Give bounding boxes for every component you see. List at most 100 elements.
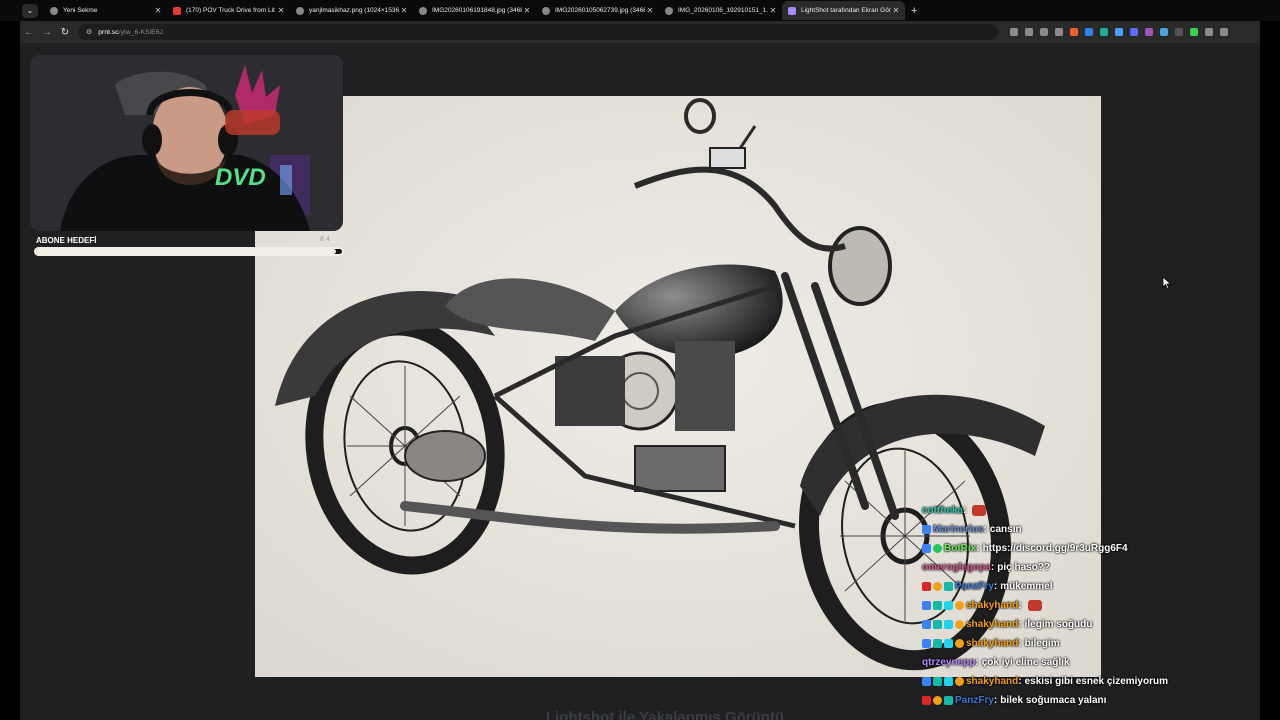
chat-text: eskisi gibi esnek çizemiyorum: [1024, 676, 1168, 687]
chat-message: omeroglegopa: piç haso??: [922, 558, 1272, 577]
chat-text: bilegim: [1024, 638, 1060, 649]
extension-icon[interactable]: [1039, 28, 1048, 36]
tab[interactable]: (170) POV Truck Drive from Lit ✕: [167, 1, 290, 20]
chat-message: shakyhand:: [922, 596, 1272, 615]
new-tab-button[interactable]: +: [911, 5, 917, 17]
chat-message: shakyhand: ilegim soğudu: [922, 615, 1272, 634]
reload-button[interactable]: ↻: [56, 27, 74, 38]
extension-icons: [1006, 28, 1231, 36]
chat-badge-icon: [944, 696, 953, 705]
chat-badge-icon: [944, 620, 953, 629]
extension-icon[interactable]: [1159, 28, 1168, 36]
extension-icon[interactable]: [1144, 28, 1153, 36]
webcam-overlay: DVD VIDEO: [30, 55, 343, 231]
chat-separator: :: [976, 543, 980, 554]
tab-title: LightShot tarafından Ekran Gör: [801, 7, 891, 14]
chat-badge-icon: [944, 601, 953, 610]
extension-icon[interactable]: [1069, 28, 1078, 36]
tab[interactable]: IMG_20260106_192910151_1.jp ✕: [659, 1, 782, 20]
chat-message: BotRix: https://discord.gg/9r3uRgg6F4: [922, 539, 1272, 558]
chat-username[interactable]: PanzFry: [955, 581, 994, 592]
chat-text: ilegim soğudu: [1024, 619, 1093, 630]
chat-username[interactable]: qtrzeynepp: [922, 657, 975, 668]
chat-text: çok iyi eline sağlık: [981, 657, 1070, 668]
chat-message: cottheka:: [922, 501, 1272, 520]
chat-badge-icon: [955, 601, 964, 610]
chat-separator: :: [990, 562, 995, 573]
tab-close-icon[interactable]: ✕: [399, 6, 409, 15]
tab-close-icon[interactable]: ✕: [276, 6, 286, 15]
tab-close-icon[interactable]: ✕: [768, 6, 778, 15]
chat-text: bilek soğumaca yalanı: [1000, 695, 1107, 706]
address-bar[interactable]: ⚙ prnt.sc /ytw_6-KSlE6J: [78, 24, 998, 40]
tab-close-icon[interactable]: ✕: [522, 6, 532, 15]
chat-separator: :: [983, 524, 987, 535]
extension-icon[interactable]: [1054, 28, 1063, 36]
tab[interactable]: IMG20260105062739.jpg (3468 ✕: [536, 1, 659, 20]
chat-username[interactable]: Marinerius: [933, 524, 984, 535]
screen: ⌄ Yeni Sekme ✕ (170) POV Truck Drive from …: [0, 0, 1280, 720]
tab-title: yanjlmasikhaz.png (1024×1536): [309, 7, 399, 14]
svg-text:DVD: DVD: [215, 164, 266, 191]
svg-text:VIDEO: VIDEO: [225, 188, 247, 195]
extension-icon[interactable]: [1099, 28, 1108, 36]
tab-title: IMG_20260106_192910151_1.jp: [678, 7, 768, 14]
tab-close-icon[interactable]: ✕: [153, 6, 163, 15]
site-info-icon[interactable]: ⚙: [86, 28, 92, 36]
extension-icon[interactable]: [1129, 28, 1138, 36]
chat-badge-icon: [955, 677, 964, 686]
chat-message: PanzFry: mükemmel: [922, 577, 1272, 596]
tab-title: Yeni Sekme: [63, 7, 98, 14]
chat-badge-icon: [922, 639, 931, 648]
tab[interactable]: yanjlmasikhaz.png (1024×1536) ✕: [290, 1, 413, 20]
tab-close-icon[interactable]: ✕: [645, 6, 655, 15]
extension-icon[interactable]: [1009, 28, 1018, 36]
extension-icon[interactable]: [1114, 28, 1123, 36]
tab[interactable]: Yeni Sekme ✕: [44, 1, 167, 20]
chat-username[interactable]: shakyhand: [966, 676, 1018, 687]
chat-separator: :: [993, 581, 998, 592]
page-caption: Lightshot ile Yakalanmış Görüntü: [546, 709, 785, 720]
extension-icon[interactable]: [1024, 28, 1033, 36]
chat-separator: :: [993, 695, 998, 706]
tab[interactable]: IMG20260106191848.jpg (3468 ✕: [413, 1, 536, 20]
chat-badge-icon: [933, 544, 942, 553]
extension-icon[interactable]: [1204, 28, 1213, 36]
subscriber-goal-progress: [34, 247, 344, 256]
chat-text: https://discord.gg/9r3uRgg6F4: [982, 543, 1128, 554]
chat-badge-icon: [933, 601, 942, 610]
extension-icon[interactable]: [1219, 28, 1228, 36]
chat-message: PanzFry: bilek soğumaca yalanı: [922, 691, 1272, 710]
chat-message: shakyhand: bilegim: [922, 634, 1272, 653]
chat-text: cansın: [989, 524, 1022, 535]
chat-badge-icon: [933, 696, 942, 705]
chat-username[interactable]: PanzFry: [955, 695, 994, 706]
globe-icon: [419, 6, 427, 15]
back-button[interactable]: ←: [20, 27, 38, 38]
tab-close-icon[interactable]: ✕: [891, 6, 901, 15]
chat-username[interactable]: shakyhand: [966, 619, 1018, 630]
chat-badge-icon: [922, 677, 931, 686]
chat-badge-icon: [933, 620, 942, 629]
chat-username[interactable]: BotRix: [944, 543, 976, 554]
subscriber-goal-fill: [36, 249, 336, 254]
chat-badge-icon: [955, 620, 964, 629]
extension-icon[interactable]: [1084, 28, 1093, 36]
chat-username[interactable]: cottheka: [922, 505, 963, 516]
webcam-feed: DVD VIDEO: [30, 55, 343, 231]
chat-text: mükemmel: [1000, 581, 1053, 592]
tab[interactable]: LightShot tarafından Ekran Gör ✕: [782, 1, 905, 20]
chat-username[interactable]: shakyhand: [966, 600, 1018, 611]
chat-badge-icon: [933, 677, 942, 686]
forward-button[interactable]: →: [38, 27, 56, 38]
chat-username[interactable]: shakyhand: [966, 638, 1018, 649]
chat-username[interactable]: omeroglegopa: [922, 562, 991, 573]
extension-icon[interactable]: [1189, 28, 1198, 36]
globe-icon: [665, 6, 673, 15]
chat-badge-icon: [955, 639, 964, 648]
address-domain: prnt.sc: [98, 28, 119, 36]
chat-separator: :: [1018, 676, 1022, 687]
tab-search-button[interactable]: ⌄: [22, 3, 38, 18]
extension-icon[interactable]: [1174, 28, 1183, 36]
chat-badge-icon: [922, 620, 931, 629]
